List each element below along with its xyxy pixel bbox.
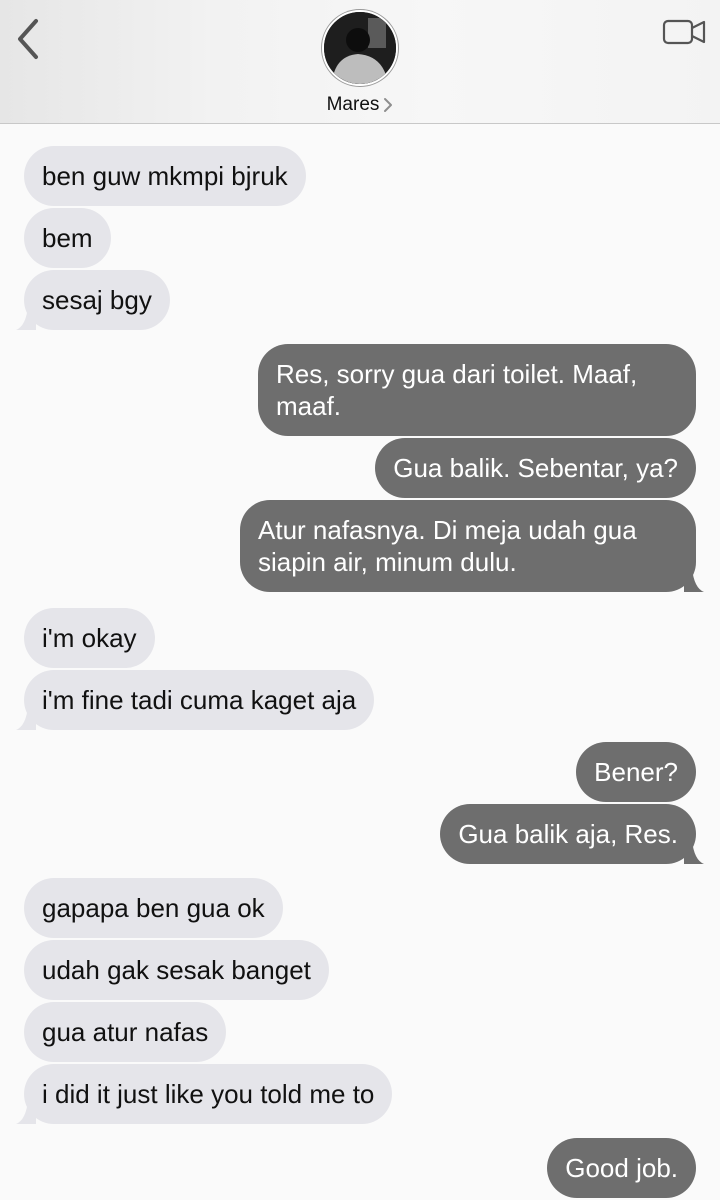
message-bubble-incoming[interactable]: gapapa ben gua ok xyxy=(24,878,283,938)
message-text: Atur nafasnya. Di meja udah gua siapin a… xyxy=(258,515,637,577)
message-bubble-incoming[interactable]: i'm fine tadi cuma kaget aja xyxy=(16,670,375,730)
conversation-header: Mares xyxy=(0,0,720,124)
message-text: Good job. xyxy=(565,1153,678,1183)
message-bubble-incoming[interactable]: bem xyxy=(24,208,111,268)
message-text: ben guw mkmpi bjruk xyxy=(42,161,288,191)
bubble-tail xyxy=(16,306,36,330)
message-thread: ben guw mkmpi bjruk bem sesaj bgy Res, s… xyxy=(0,124,720,1200)
chevron-right-icon xyxy=(384,98,393,112)
message-bubble-incoming[interactable]: i did it just like you told me to xyxy=(16,1064,393,1124)
bubble-tail xyxy=(684,568,704,592)
bubble-tail xyxy=(16,1100,36,1124)
message-bubble-outgoing[interactable]: Gua balik. Sebentar, ya? xyxy=(375,438,696,498)
message-bubble-incoming[interactable]: sesaj bgy xyxy=(16,270,170,330)
message-bubble-outgoing[interactable]: Res, sorry gua dari toilet. Maaf, maaf. xyxy=(258,344,696,436)
message-text: Res, sorry gua dari toilet. Maaf, maaf. xyxy=(276,359,638,421)
chevron-left-icon xyxy=(18,19,38,59)
message-bubble-outgoing[interactable]: Gua balik aja, Res. xyxy=(440,804,704,864)
message-bubble-incoming[interactable]: gua atur nafas xyxy=(24,1002,227,1062)
bubble-tail xyxy=(684,840,704,864)
message-text: udah gak sesak banget xyxy=(42,955,311,985)
message-bubble-incoming[interactable]: udah gak sesak banget xyxy=(24,940,329,1000)
message-bubble-outgoing[interactable]: Atur nafasnya. Di meja udah gua siapin a… xyxy=(240,500,704,592)
message-bubble-incoming[interactable]: ben guw mkmpi bjruk xyxy=(24,146,306,206)
bubble-tail xyxy=(16,706,36,730)
message-text: gua atur nafas xyxy=(42,1017,209,1047)
message-text: Gua balik. Sebentar, ya? xyxy=(393,453,678,483)
message-text: bem xyxy=(42,223,93,253)
message-text: Bener? xyxy=(594,757,678,787)
avatar xyxy=(322,10,398,86)
video-camera-icon xyxy=(662,19,706,45)
message-bubble-incoming[interactable]: i'm okay xyxy=(24,608,155,668)
video-call-button[interactable] xyxy=(662,16,706,48)
contact-name: Mares xyxy=(326,94,380,115)
message-text: Gua balik aja, Res. xyxy=(458,819,678,849)
message-text: i did it just like you told me to xyxy=(42,1079,375,1109)
message-text: gapapa ben gua ok xyxy=(42,893,265,923)
message-bubble-outgoing[interactable]: Bener? xyxy=(576,742,696,802)
back-button[interactable] xyxy=(6,14,50,64)
message-text: i'm okay xyxy=(42,623,137,653)
contact-info[interactable]: Mares xyxy=(300,10,420,116)
message-bubble-outgoing[interactable]: Good job. xyxy=(547,1138,696,1198)
message-text: sesaj bgy xyxy=(42,285,152,315)
message-text: i'm fine tadi cuma kaget aja xyxy=(42,685,357,715)
